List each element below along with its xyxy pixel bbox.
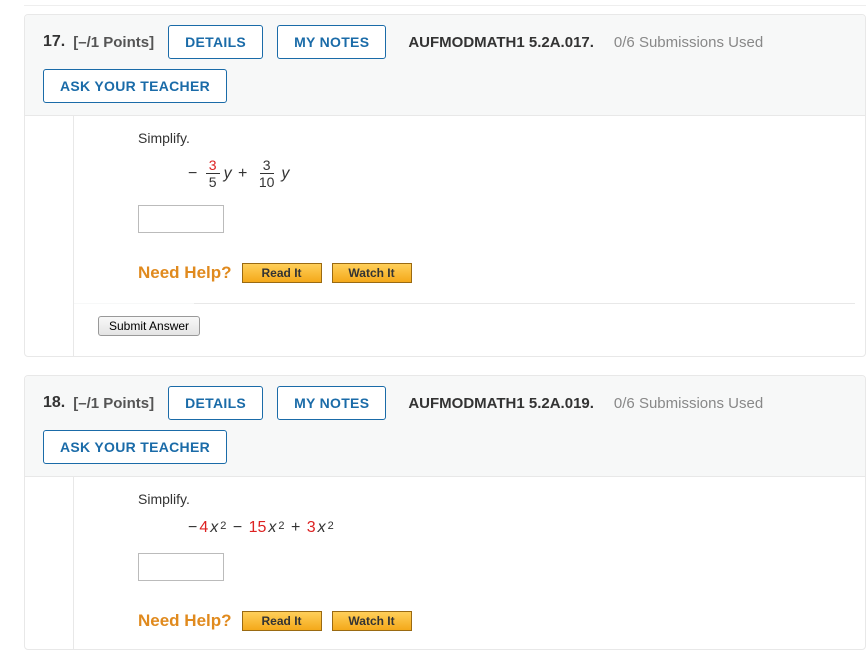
exponent: 2 (220, 520, 226, 532)
variable: x (318, 519, 326, 537)
numerator: 3 (260, 158, 274, 174)
question-header: 18. [–/1 Points] DETAILS MY NOTES AUFMOD… (25, 376, 865, 477)
question-body: Simplify. −4x2 − 15x2 + 3x2 Need Help? R… (73, 477, 865, 649)
submit-row: Submit Answer (74, 303, 855, 346)
exponent: 2 (328, 520, 334, 532)
need-help-label: Need Help? (138, 611, 232, 631)
details-button[interactable]: DETAILS (168, 386, 263, 420)
my-notes-button[interactable]: MY NOTES (277, 386, 386, 420)
answer-input[interactable] (138, 205, 224, 233)
question-header: 17. [–/1 Points] DETAILS MY NOTES AUFMOD… (25, 15, 865, 116)
variable: x (210, 519, 218, 537)
watch-it-button[interactable]: Watch It (332, 263, 412, 283)
question-17: 17. [–/1 Points] DETAILS MY NOTES AUFMOD… (24, 14, 866, 357)
denominator: 10 (256, 174, 278, 189)
variable: y (224, 165, 232, 183)
submit-answer-button[interactable]: Submit Answer (98, 316, 200, 336)
variable: x (268, 519, 276, 537)
math-expression: −4x2 − 15x2 + 3x2 (188, 519, 855, 537)
watch-it-button[interactable]: Watch It (332, 611, 412, 631)
details-button[interactable]: DETAILS (168, 25, 263, 59)
question-points: [–/1 Points] (73, 34, 154, 51)
need-help-row: Need Help? Read It Watch It (138, 611, 855, 631)
question-number: 18. (43, 394, 65, 412)
submissions-used: 0/6 Submissions Used (614, 395, 763, 412)
submissions-used: 0/6 Submissions Used (614, 34, 763, 51)
my-notes-button[interactable]: MY NOTES (277, 25, 386, 59)
instruction-text: Simplify. (138, 491, 855, 507)
coef: 4 (199, 519, 208, 537)
denominator: 5 (206, 174, 220, 189)
question-number: 17. (43, 33, 65, 51)
math-expression: − 3 5 y + 3 10 y (188, 158, 855, 189)
coef: 3 (307, 519, 316, 537)
exponent: 2 (278, 520, 284, 532)
question-code: AUFMODMATH1 5.2A.019. (408, 395, 594, 412)
answer-input[interactable] (138, 553, 224, 581)
need-help-label: Need Help? (138, 263, 232, 283)
ask-teacher-button[interactable]: ASK YOUR TEACHER (43, 430, 227, 464)
read-it-button[interactable]: Read It (242, 611, 322, 631)
instruction-text: Simplify. (138, 130, 855, 146)
read-it-button[interactable]: Read It (242, 263, 322, 283)
coef: 15 (249, 519, 267, 537)
question-18: 18. [–/1 Points] DETAILS MY NOTES AUFMOD… (24, 375, 866, 650)
question-points: [–/1 Points] (73, 395, 154, 412)
numerator: 3 (206, 158, 220, 174)
ask-teacher-button[interactable]: ASK YOUR TEACHER (43, 69, 227, 103)
need-help-row: Need Help? Read It Watch It (138, 263, 855, 283)
question-body: Simplify. − 3 5 y + 3 10 y Need Help? Re… (73, 116, 865, 356)
variable: y (281, 165, 289, 183)
question-code: AUFMODMATH1 5.2A.017. (408, 34, 594, 51)
